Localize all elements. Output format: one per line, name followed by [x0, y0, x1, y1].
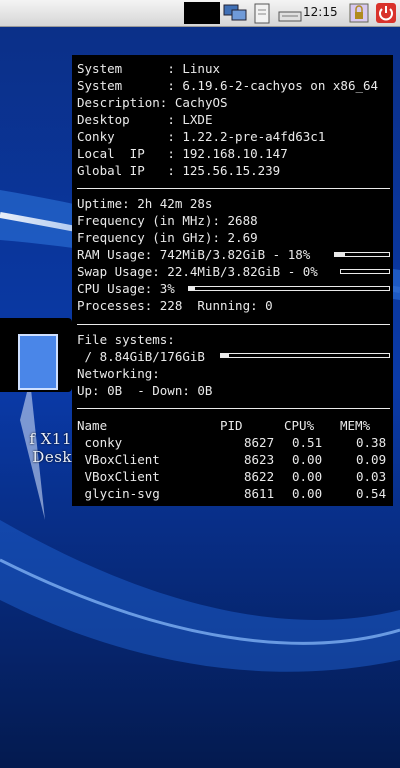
fs-header: File systems: — [77, 332, 175, 347]
sysinfo-row: Conky : 1.22.2-pre-a4fd63c1 — [77, 129, 326, 144]
table-cell-name: VBoxClient — [77, 469, 160, 484]
cpu-bar — [188, 286, 390, 291]
table-cell-name: conky — [77, 435, 123, 450]
table-header: PID — [220, 418, 243, 433]
table-cell-cpu: 0.00 — [292, 486, 323, 501]
ram-bar — [334, 252, 390, 257]
fs-root: / 8.84GiB/176GiB — [77, 349, 205, 364]
cpu-usage: CPU Usage: 3% — [77, 281, 175, 296]
swap-bar — [340, 269, 390, 274]
desktop-shortcut[interactable] — [0, 318, 72, 392]
top-panel: 12:15 — [0, 0, 400, 27]
desktop-shortcut-label: f X11 Desk — [29, 430, 72, 466]
network-icon[interactable] — [222, 2, 248, 24]
table-cell-mem: 0.38 — [356, 435, 387, 450]
window-icon — [18, 334, 58, 390]
net-header: Networking: — [77, 366, 160, 381]
freq-ghz: Frequency (in GHz): 2.69 — [77, 230, 258, 245]
sysinfo-row: System : Linux — [77, 61, 221, 76]
tray-placeholder — [184, 2, 220, 24]
table-cell-mem: 0.54 — [356, 486, 387, 501]
sysinfo-row: Local IP : 192.168.10.147 — [77, 146, 288, 161]
table-header: MEM% — [340, 418, 371, 433]
power-icon[interactable] — [375, 2, 397, 24]
table-header: CPU% — [284, 418, 315, 433]
uptime: Uptime: 2h 42m 28s — [77, 196, 213, 211]
table-cell-cpu: 0.51 — [292, 435, 323, 450]
panel-clock[interactable]: 12:15 — [303, 5, 338, 19]
table-cell-pid: 8611 — [244, 486, 275, 501]
conky-monitor: System : Linux System : 6.19.6-2-cachyos… — [72, 55, 393, 506]
table-cell-name: glycin-svg — [77, 486, 160, 501]
net-line: Up: 0B - Down: 0B — [77, 383, 213, 398]
table-cell-mem: 0.03 — [356, 469, 387, 484]
table-cell-pid: 8627 — [244, 435, 275, 450]
freq-mhz: Frequency (in MHz): 2688 — [77, 213, 258, 228]
sysinfo-row: Global IP : 125.56.15.239 — [77, 163, 281, 178]
table-cell-cpu: 0.00 — [292, 469, 323, 484]
fs-root-bar — [220, 353, 390, 358]
table-cell-pid: 8623 — [244, 452, 275, 467]
sysinfo-row: Description: CachyOS — [77, 95, 228, 110]
table-header: Name — [77, 418, 108, 433]
divider — [77, 324, 390, 325]
swap-usage: Swap Usage: 22.4MiB/3.82GiB - 0% — [77, 264, 318, 279]
sysinfo-row: Desktop : LXDE — [77, 112, 213, 127]
lock-screen-icon[interactable] — [348, 2, 370, 24]
divider — [77, 188, 390, 189]
table-cell-name: VBoxClient — [77, 452, 160, 467]
ram-usage: RAM Usage: 742MiB/3.82GiB - 18% — [77, 247, 311, 262]
table-cell-pid: 8622 — [244, 469, 275, 484]
keyboard-icon[interactable] — [277, 2, 303, 24]
table-cell-cpu: 0.00 — [292, 452, 323, 467]
clipboard-icon[interactable] — [252, 2, 272, 24]
table-cell-mem: 0.09 — [356, 452, 387, 467]
sysinfo-row: System : 6.19.6-2-cachyos on x86_64 — [77, 78, 379, 93]
processes: Processes: 228 Running: 0 — [77, 298, 273, 313]
divider — [77, 408, 390, 409]
